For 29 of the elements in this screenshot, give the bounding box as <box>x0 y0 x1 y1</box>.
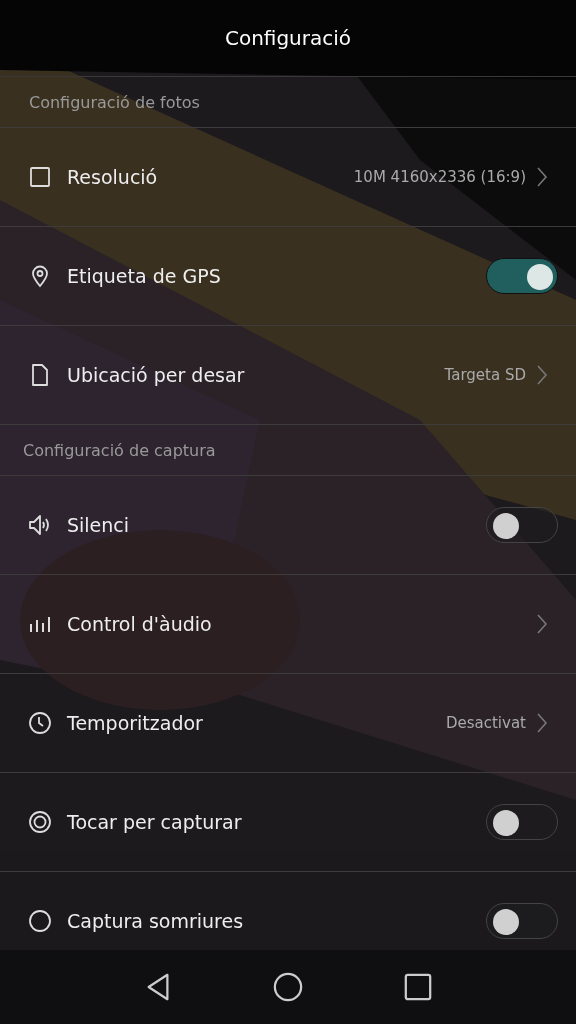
chevron-right-icon <box>536 166 548 188</box>
screen-title: Configuració <box>224 26 352 50</box>
home-icon[interactable] <box>273 972 303 1002</box>
toggle-switch[interactable] <box>486 903 558 939</box>
section-header: Configuració de fotos <box>29 92 200 112</box>
settings-row[interactable]: Temporitzador Desactivat <box>0 674 576 773</box>
settings-row[interactable]: Control d'àudio <box>0 575 576 674</box>
setting-value: Desactivat <box>445 714 526 732</box>
settings-row[interactable]: Ubicació per desar Targeta SD <box>0 326 576 425</box>
toggle-switch[interactable] <box>486 258 558 294</box>
clock-icon <box>28 711 52 735</box>
chevron-right-icon <box>536 613 548 635</box>
section-header: Configuració de captura <box>23 440 216 460</box>
toggle-switch[interactable] <box>486 804 558 840</box>
chevron-right-icon <box>536 712 548 734</box>
settings-row[interactable]: Tocar per capturar <box>0 773 576 872</box>
circle-icon <box>28 909 52 933</box>
settings-row[interactable]: Captura somriures <box>0 872 576 950</box>
settings-row[interactable]: Etiqueta de GPS <box>0 227 576 326</box>
speaker-icon <box>28 513 52 537</box>
chevron-right-icon <box>536 364 548 386</box>
toggle-switch[interactable] <box>486 507 558 543</box>
setting-value: 10M 4160x2336 (16:9) <box>353 168 526 186</box>
settings-row[interactable]: Silenci <box>0 476 576 575</box>
settings-row[interactable]: Resolució 10M 4160x2336 (16:9) <box>0 128 576 227</box>
setting-value: Targeta SD <box>444 366 526 384</box>
recent-apps-icon[interactable] <box>403 972 433 1002</box>
square-icon <box>28 165 52 189</box>
target-icon <box>28 810 52 834</box>
